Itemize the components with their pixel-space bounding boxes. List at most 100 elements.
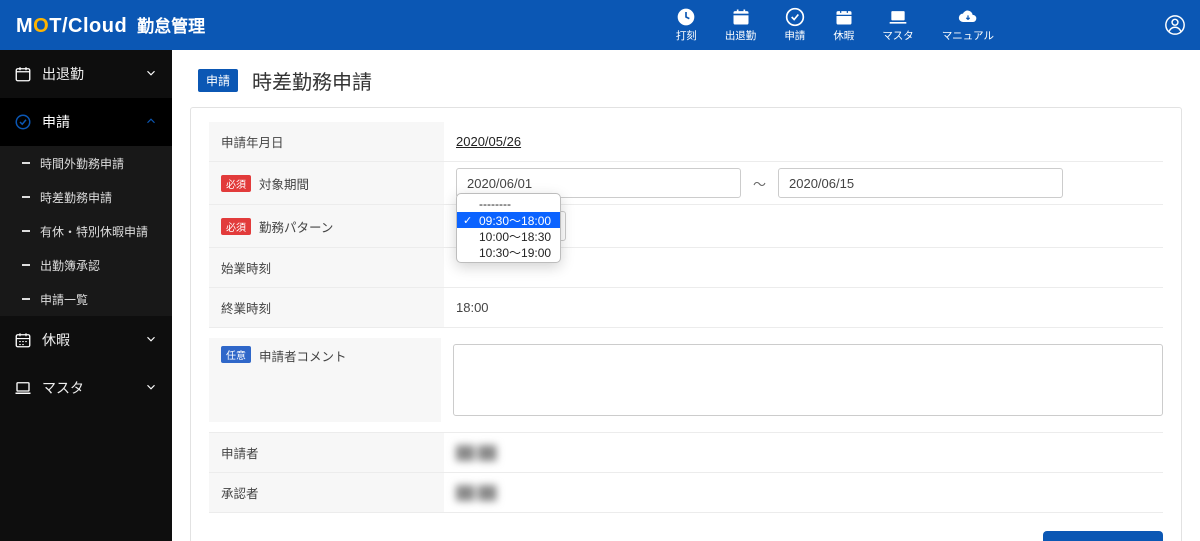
label-request-date: 申請年月日 bbox=[209, 122, 444, 161]
dash-icon bbox=[22, 264, 30, 266]
submit-button[interactable]: 申請 bbox=[1043, 531, 1163, 541]
top-nav: 打刻 出退勤 申請 休暇 マスタ マニュアル bbox=[676, 7, 994, 43]
chevron-down-icon bbox=[144, 66, 158, 83]
user-circle-icon bbox=[1164, 14, 1186, 36]
brand-o: O bbox=[33, 15, 49, 37]
nav-attendance[interactable]: 出退勤 bbox=[725, 7, 757, 43]
dash-icon bbox=[22, 230, 30, 232]
nav-manual[interactable]: マニュアル bbox=[942, 7, 994, 43]
required-badge: 必須 bbox=[221, 175, 251, 192]
nav-label: 申請 bbox=[784, 28, 805, 43]
nav-label: 出退勤 bbox=[725, 28, 757, 43]
row-period: 必須 対象期間 〜 bbox=[209, 162, 1163, 205]
calendar-check-icon bbox=[14, 65, 32, 83]
request-date-value[interactable]: 2020/05/26 bbox=[456, 134, 521, 149]
nav-request[interactable]: 申請 bbox=[784, 7, 805, 43]
sidebar-sub-label: 時間外勤務申請 bbox=[40, 155, 124, 172]
check-circle-icon bbox=[14, 113, 32, 131]
pattern-select[interactable]: 09:30 -------- 09:30〜18:00 10:00〜18:30 1… bbox=[456, 211, 566, 241]
pattern-option-1000[interactable]: 10:00〜18:30 bbox=[457, 228, 560, 244]
label-start-time: 始業時刻 bbox=[209, 248, 444, 287]
row-start-time: 始業時刻 bbox=[209, 248, 1163, 288]
laptop-icon bbox=[888, 7, 908, 27]
sidebar-sub-leave[interactable]: 有休・特別休暇申請 bbox=[0, 214, 172, 248]
page-badge: 申請 bbox=[198, 69, 238, 92]
label-approver: 承認者 bbox=[209, 473, 444, 512]
pattern-dropdown: -------- 09:30〜18:00 10:00〜18:30 10:30〜1… bbox=[456, 193, 561, 263]
app-header: MOT/Cloud 勤怠管理 打刻 出退勤 申請 休暇 マ bbox=[0, 0, 1200, 50]
label-comment: 任意 申請者コメント bbox=[209, 338, 441, 422]
page-title-row: 申請 時差勤務申請 bbox=[198, 66, 1182, 95]
nav-label: 打刻 bbox=[676, 28, 697, 43]
pattern-option-blank[interactable]: -------- bbox=[457, 196, 560, 212]
nav-label: マスタ bbox=[882, 28, 914, 43]
dash-icon bbox=[22, 196, 30, 198]
row-pattern: 必須 勤務パターン 09:30 -------- 09:30〜18:00 10:… bbox=[209, 205, 1163, 248]
chevron-up-icon bbox=[144, 114, 158, 131]
nav-label: マニュアル bbox=[942, 28, 994, 43]
brand-logo: MOT/Cloud bbox=[16, 15, 127, 38]
brand: MOT/Cloud 勤怠管理 bbox=[16, 12, 205, 38]
sidebar-sub-label: 時差勤務申請 bbox=[40, 189, 112, 206]
nav-label: 休暇 bbox=[833, 28, 854, 43]
sidebar-sub-approval[interactable]: 出勤簿承認 bbox=[0, 248, 172, 282]
sidebar-attendance[interactable]: 出退勤 bbox=[0, 50, 172, 98]
row-comment: 任意 申請者コメント bbox=[209, 328, 1163, 433]
sidebar-label: 休暇 bbox=[42, 330, 70, 350]
nav-vacation[interactable]: 休暇 bbox=[833, 7, 854, 43]
approver-value: ██ ██ bbox=[456, 485, 496, 500]
label-period: 必須 対象期間 bbox=[209, 162, 444, 204]
laptop-icon bbox=[14, 379, 32, 397]
required-badge: 必須 bbox=[221, 218, 251, 235]
nav-master[interactable]: マスタ bbox=[882, 7, 914, 43]
chevron-down-icon bbox=[144, 380, 158, 397]
sidebar-sub-label: 申請一覧 bbox=[40, 291, 88, 308]
main-content: 申請 時差勤務申請 申請年月日 2020/05/26 必須 対象期間 〜 bbox=[172, 50, 1200, 541]
sidebar-vacation[interactable]: 休暇 bbox=[0, 316, 172, 364]
applicant-value: ██ ██ bbox=[456, 445, 496, 460]
calendar-icon bbox=[834, 7, 854, 27]
sidebar-sub-shift[interactable]: 時差勤務申請 bbox=[0, 180, 172, 214]
sidebar-request[interactable]: 申請 bbox=[0, 98, 172, 146]
label-applicant: 申請者 bbox=[209, 433, 444, 472]
row-approver: 承認者 ██ ██ bbox=[209, 473, 1163, 513]
sidebar: 出退勤 申請 時間外勤務申請 時差勤務申請 有休・特別休暇申請 出勤簿承認 申請… bbox=[0, 50, 172, 541]
comment-textarea[interactable] bbox=[453, 344, 1163, 416]
row-request-date: 申請年月日 2020/05/26 bbox=[209, 122, 1163, 162]
sidebar-sub-overtime[interactable]: 時間外勤務申請 bbox=[0, 146, 172, 180]
form-actions: 申請 bbox=[209, 531, 1163, 541]
row-end-time: 終業時刻 18:00 bbox=[209, 288, 1163, 328]
sidebar-request-submenu: 時間外勤務申請 時差勤務申請 有休・特別休暇申請 出勤簿承認 申請一覧 bbox=[0, 146, 172, 316]
row-applicant: 申請者 ██ ██ bbox=[209, 433, 1163, 473]
pattern-option-1030[interactable]: 10:30〜19:00 bbox=[457, 244, 560, 260]
end-time-value: 18:00 bbox=[456, 300, 489, 315]
sidebar-label: マスタ bbox=[42, 378, 84, 398]
sidebar-sub-list[interactable]: 申請一覧 bbox=[0, 282, 172, 316]
optional-badge: 任意 bbox=[221, 346, 251, 363]
sidebar-sub-label: 有休・特別休暇申請 bbox=[40, 223, 148, 240]
form-panel: 申請年月日 2020/05/26 必須 対象期間 〜 bbox=[190, 107, 1182, 541]
dash-icon bbox=[22, 298, 30, 300]
dash-icon bbox=[22, 162, 30, 164]
cloud-download-icon bbox=[958, 7, 978, 27]
page-title: 時差勤務申請 bbox=[252, 66, 372, 95]
pattern-option-0930[interactable]: 09:30〜18:00 bbox=[457, 212, 560, 228]
tilde: 〜 bbox=[753, 174, 766, 193]
label-pattern: 必須 勤務パターン bbox=[209, 205, 444, 247]
nav-clock[interactable]: 打刻 bbox=[676, 7, 697, 43]
clock-icon bbox=[676, 7, 696, 27]
chevron-down-icon bbox=[144, 332, 158, 349]
calendar-check-icon bbox=[731, 7, 751, 27]
sidebar-sub-label: 出勤簿承認 bbox=[40, 257, 100, 274]
brand-m: M bbox=[16, 15, 33, 37]
user-menu[interactable] bbox=[1164, 14, 1186, 36]
brand-subtitle: 勤怠管理 bbox=[137, 12, 205, 37]
period-end-input[interactable] bbox=[778, 168, 1063, 198]
label-end-time: 終業時刻 bbox=[209, 288, 444, 327]
calendar-icon bbox=[14, 331, 32, 349]
sidebar-label: 申請 bbox=[42, 112, 70, 132]
check-circle-icon bbox=[785, 7, 805, 27]
sidebar-label: 出退勤 bbox=[42, 64, 84, 84]
brand-rest: T/Cloud bbox=[49, 15, 127, 37]
sidebar-master[interactable]: マスタ bbox=[0, 364, 172, 412]
